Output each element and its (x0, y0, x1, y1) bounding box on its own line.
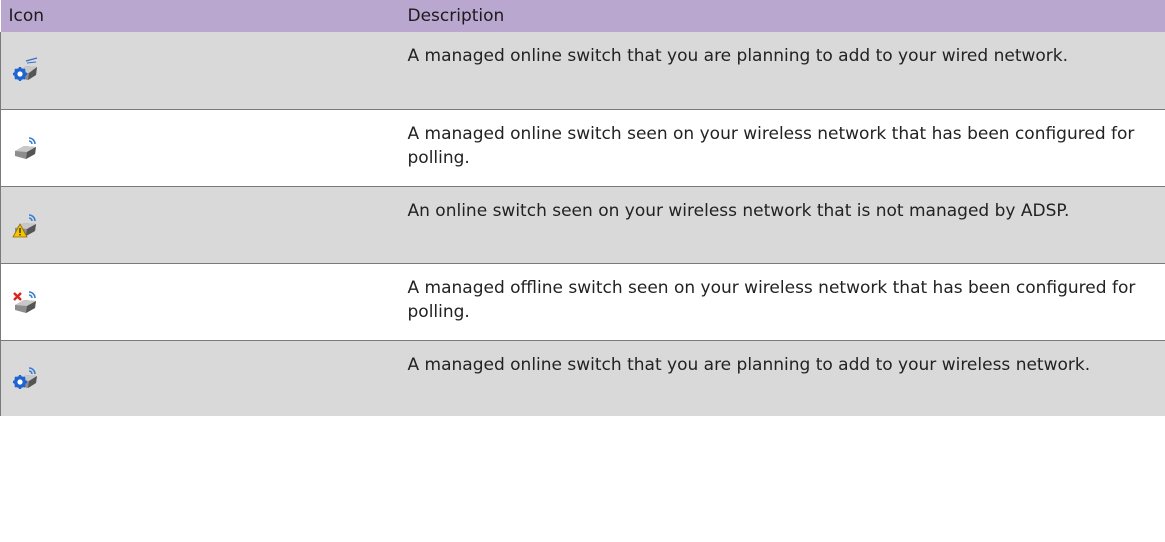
icon-cell (0, 339, 398, 416)
wireless-planned-switch-icon (13, 367, 37, 390)
icon-cell (0, 108, 398, 186)
icon-cell (0, 32, 398, 109)
table-row: An online switch seen on your wireless n… (0, 185, 1165, 263)
offline-switch-icon (13, 290, 36, 313)
table-header-row: Icon Description (0, 0, 1165, 32)
description-cell: An online switch seen on your wireless n… (397, 185, 1165, 263)
description-cell: A managed offline switch seen on your wi… (397, 262, 1165, 340)
icon-cell (0, 262, 398, 340)
table-row: A managed online switch that you are pla… (0, 339, 1165, 416)
polled-switch-icon (15, 136, 36, 159)
description-cell: A managed online switch that you are pla… (407, 46, 1069, 66)
table-row: A managed online switch that you are pla… (0, 32, 1165, 109)
icon-description-table: Icon Description A managed online switch… (0, 0, 1165, 416)
table-row: A managed online switch seen on your wir… (0, 108, 1165, 186)
wired-planned-switch-icon (13, 57, 38, 82)
icon-cell (0, 185, 398, 263)
icon-column-header: Icon (8, 6, 45, 26)
description-cell: A managed online switch that you are pla… (397, 339, 1165, 416)
table-row: A managed offline switch seen on your wi… (0, 262, 1165, 340)
description-column-header: Description (407, 6, 505, 26)
unmanaged-switch-warning-icon (12, 213, 36, 237)
description-cell: A managed online switch seen on your wir… (397, 108, 1165, 186)
